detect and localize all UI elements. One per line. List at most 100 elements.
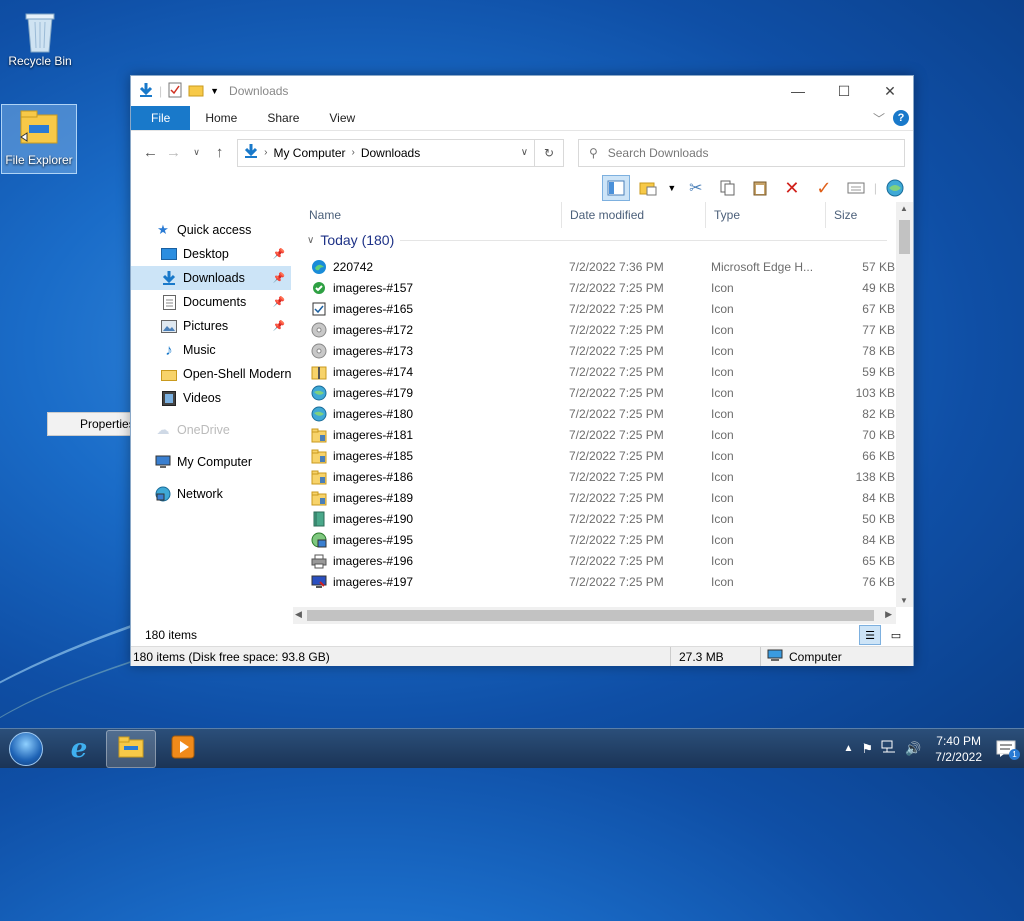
column-header-type[interactable]: Type (706, 202, 826, 228)
column-header-size[interactable]: Size (826, 202, 896, 228)
start-button[interactable] (0, 729, 52, 769)
up-button[interactable]: ↑ (208, 144, 231, 161)
nav-pictures[interactable]: Pictures 📌 (131, 314, 291, 338)
nav-music[interactable]: ♪ Music (131, 338, 291, 362)
action-flag-icon[interactable]: ⚑ (861, 741, 873, 757)
file-row[interactable]: imageres-#157 7/2/2022 7:25 PM Icon 49 KB (301, 277, 913, 298)
file-row[interactable]: imageres-#180 7/2/2022 7:25 PM Icon 82 KB (301, 403, 913, 424)
scrollbar-thumb[interactable] (307, 610, 874, 621)
chevron-right-icon[interactable]: › (264, 147, 267, 158)
taskbar-internet-explorer[interactable]: e (54, 730, 104, 768)
tab-view[interactable]: View (314, 106, 370, 130)
tab-home[interactable]: Home (190, 106, 252, 130)
help-icon[interactable]: ? (893, 110, 909, 126)
videos-icon (161, 390, 177, 406)
large-icons-view-button[interactable]: ▭ (885, 625, 907, 645)
volume-icon[interactable]: 🔊 (905, 741, 921, 757)
folder-options-button[interactable] (634, 175, 662, 201)
scroll-left-icon[interactable]: ◀ (295, 609, 302, 620)
file-row[interactable]: imageres-#179 7/2/2022 7:25 PM Icon 103 KB (301, 382, 913, 403)
qat-dropdown-icon[interactable]: ▼ (210, 86, 219, 96)
file-row[interactable]: imageres-#195 7/2/2022 7:25 PM Icon 84 KB (301, 529, 913, 550)
file-row[interactable]: imageres-#165 7/2/2022 7:25 PM Icon 67 KB (301, 298, 913, 319)
scrollbar-thumb[interactable] (899, 220, 910, 254)
scroll-down-icon[interactable]: ▼ (900, 596, 908, 605)
nav-documents[interactable]: Documents 📌 (131, 290, 291, 314)
show-hidden-icons-icon[interactable]: ▲ (844, 743, 854, 754)
paste-icon[interactable] (746, 175, 774, 201)
file-row[interactable]: imageres-#185 7/2/2022 7:25 PM Icon 66 KB (301, 445, 913, 466)
scroll-up-icon[interactable]: ▲ (900, 204, 908, 213)
file-date: 7/2/2022 7:25 PM (569, 469, 664, 484)
tab-share[interactable]: Share (252, 106, 314, 130)
pin-icon[interactable]: 📌 (273, 321, 285, 332)
back-button[interactable]: ← (139, 144, 162, 161)
vertical-scrollbar[interactable]: ▲ ▼ (896, 202, 913, 607)
properties-icon[interactable] (168, 82, 182, 101)
horizontal-scrollbar[interactable]: ◀ ▶ (293, 607, 896, 624)
apply-icon[interactable]: ✓ (810, 175, 838, 201)
file-row[interactable]: 220742 7/2/2022 7:36 PM Microsoft Edge H..… (301, 256, 913, 277)
maximize-button[interactable]: ☐ (821, 76, 867, 106)
close-button[interactable]: ✕ (867, 76, 913, 106)
file-size: 84 KB (862, 532, 895, 547)
details-view-button[interactable]: ☰ (859, 625, 881, 645)
refresh-button[interactable]: ↻ (535, 138, 564, 167)
copy-icon[interactable] (714, 175, 742, 201)
clock[interactable]: 7:40 PM 7/2/2022 (929, 733, 988, 765)
file-row[interactable]: imageres-#196 7/2/2022 7:25 PM Icon 65 KB (301, 550, 913, 571)
nav-onedrive[interactable]: ☁ OneDrive (131, 418, 291, 442)
nav-downloads[interactable]: Downloads 📌 (131, 266, 291, 290)
file-type: Icon (711, 280, 734, 295)
nav-quick-access[interactable]: ★ Quick access (131, 218, 291, 242)
file-row[interactable]: imageres-#181 7/2/2022 7:25 PM Icon 70 KB (301, 424, 913, 445)
taskbar-media-player[interactable] (158, 730, 208, 768)
search-box[interactable]: ⚲ Search Downloads (577, 138, 906, 167)
file-row[interactable]: imageres-#197 7/2/2022 7:25 PM Icon 76 KB (301, 571, 913, 592)
navigation-pane-button[interactable] (601, 175, 630, 201)
network-tray-icon[interactable] (881, 740, 897, 757)
nav-desktop[interactable]: Desktop 📌 (131, 242, 291, 266)
properties-menu-item[interactable]: Properties (47, 412, 135, 436)
chevron-right-icon[interactable]: › (352, 147, 355, 158)
group-header-today[interactable]: ∨ Today (180) (307, 228, 913, 252)
minimize-button[interactable]: — (775, 76, 821, 106)
expand-ribbon-icon[interactable]: ﹀ (873, 110, 885, 127)
pin-icon[interactable]: 📌 (273, 297, 285, 308)
new-folder-icon[interactable] (188, 83, 204, 100)
chevron-down-icon[interactable]: ∨ (521, 147, 528, 158)
tab-file[interactable]: File (131, 106, 191, 130)
recent-locations-button[interactable]: ∨ (185, 147, 208, 158)
address-box[interactable]: › My Computer › Downloads ∨ (237, 138, 536, 167)
file-row[interactable]: imageres-#172 7/2/2022 7:25 PM Icon 77 KB (301, 319, 913, 340)
notifications-icon[interactable]: 1 (996, 740, 1020, 760)
breadcrumb-downloads[interactable]: Downloads (361, 146, 420, 160)
desktop-icon-recycle-bin[interactable]: Recycle Bin (2, 6, 78, 68)
nav-network[interactable]: Network (131, 482, 291, 506)
column-header-date[interactable]: Date modified (562, 202, 706, 228)
file-date: 7/2/2022 7:25 PM (569, 427, 664, 442)
file-row[interactable]: imageres-#189 7/2/2022 7:25 PM Icon 84 KB (301, 487, 913, 508)
file-row[interactable]: imageres-#186 7/2/2022 7:25 PM Icon 138 KB (301, 466, 913, 487)
file-row[interactable]: imageres-#173 7/2/2022 7:25 PM Icon 78 KB (301, 340, 913, 361)
file-row[interactable]: imageres-#174 7/2/2022 7:25 PM Icon 59 KB (301, 361, 913, 382)
properties-icon[interactable] (842, 175, 870, 201)
search-input[interactable]: Search Downloads (608, 146, 709, 160)
forward-button[interactable]: → (162, 144, 185, 161)
delete-icon[interactable]: ✕ (778, 175, 806, 201)
column-header-name[interactable]: Name (301, 202, 562, 228)
desktop-icon-file-explorer[interactable]: File Explorer (1, 104, 77, 174)
cut-icon[interactable]: ✂ (682, 175, 710, 201)
scroll-right-icon[interactable]: ▶ (885, 609, 892, 620)
pin-icon[interactable]: 📌 (273, 273, 285, 284)
breadcrumb-my-computer[interactable]: My Computer (273, 146, 345, 160)
taskbar-file-explorer[interactable] (106, 729, 156, 768)
chevron-down-icon[interactable]: ∨ (307, 235, 314, 246)
nav-videos[interactable]: Videos (131, 386, 291, 410)
pin-icon[interactable]: 📌 (273, 249, 285, 260)
nav-open-shell-modern[interactable]: Open-Shell Modern (131, 362, 291, 386)
nav-my-computer[interactable]: My Computer (131, 450, 291, 474)
file-row[interactable]: imageres-#190 7/2/2022 7:25 PM Icon 50 KB (301, 508, 913, 529)
dropdown-arrow-icon[interactable]: ▼ (666, 175, 678, 201)
internet-options-icon[interactable] (881, 175, 909, 201)
